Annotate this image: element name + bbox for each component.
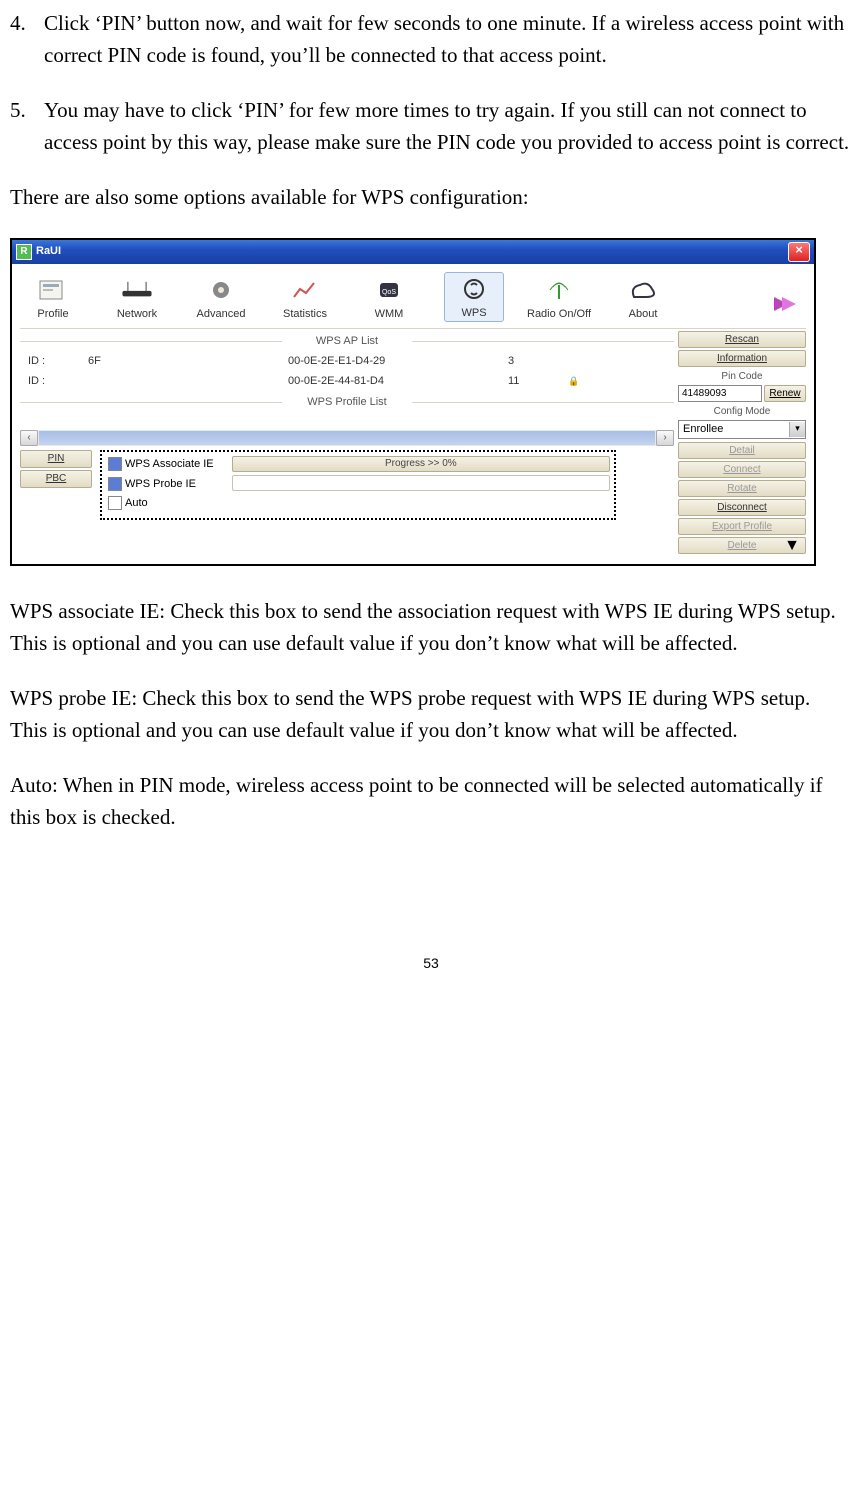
svg-text:QoS: QoS	[382, 289, 396, 296]
rotate-button[interactable]: Rotate	[678, 480, 806, 497]
disconnect-button[interactable]: Disconnect	[678, 499, 806, 516]
chevron-down-icon: ▾	[789, 422, 805, 437]
scroll-left-icon[interactable]: ‹	[20, 430, 38, 446]
client-area: Profile Network Advanced Statistics	[12, 264, 814, 565]
scroll-right-icon[interactable]: ›	[656, 430, 674, 446]
auto-desc: Auto: When in PIN mode, wireless access …	[10, 770, 852, 833]
close-button[interactable]: ×	[788, 242, 810, 262]
lock-icon	[568, 373, 588, 390]
network-icon	[117, 276, 157, 304]
pin-button[interactable]: PIN	[20, 450, 92, 468]
toolbar-statistics[interactable]: Statistics	[276, 276, 334, 323]
ap-bssid: 00-0E-2E-E1-D4-29	[288, 353, 508, 370]
horizontal-scrollbar[interactable]: ‹ ›	[20, 430, 674, 446]
about-icon	[623, 276, 663, 304]
detail-button[interactable]: Detail	[678, 442, 806, 459]
wps-ap-list-title: WPS AP List	[20, 333, 674, 350]
toolbar: Profile Network Advanced Statistics	[20, 270, 806, 327]
checkbox-icon	[108, 457, 122, 471]
list-item-4: 4. Click ‘PIN’ button now, and wait for …	[10, 8, 852, 71]
progress-bar: Progress >> 0%	[232, 456, 610, 472]
information-button[interactable]: Information	[678, 350, 806, 367]
list-number: 4.	[10, 8, 44, 71]
ap-row[interactable]: ID : 6F 00-0E-2E-E1-D4-29 3	[20, 352, 674, 372]
toolbar-network[interactable]: Network	[108, 276, 166, 323]
expand-arrow-icon[interactable]: ▼	[784, 534, 800, 558]
list-number: 5.	[10, 95, 44, 158]
ap-id: ID :	[28, 353, 88, 370]
wps-probe-desc: WPS probe IE: Check this box to send the…	[10, 683, 852, 746]
ap-channel: 11	[508, 373, 568, 390]
status-field	[232, 475, 610, 491]
raui-window: R RaUI × Profile Network Ad	[10, 238, 816, 567]
pin-code-label: Pin Code	[678, 369, 806, 384]
wps-associate-ie-checkbox[interactable]: WPS Associate IE	[108, 456, 214, 473]
intro-paragraph: There are also some options available fo…	[10, 182, 852, 214]
checkbox-icon	[108, 496, 122, 510]
ap-bssid: 00-0E-2E-44-81-D4	[288, 373, 508, 390]
divider	[20, 328, 806, 329]
renew-button[interactable]: Renew	[764, 385, 806, 402]
gear-icon	[201, 276, 241, 304]
statistics-icon	[285, 276, 325, 304]
connect-button[interactable]: Connect	[678, 461, 806, 478]
wps-probe-ie-checkbox[interactable]: WPS Probe IE	[108, 476, 214, 493]
window-title: RaUI	[36, 243, 61, 260]
next-arrow-icon[interactable]	[768, 291, 802, 323]
list-item-5: 5. You may have to click ‘PIN’ for few m…	[10, 95, 852, 158]
pbc-button[interactable]: PBC	[20, 470, 92, 488]
wps-profile-list-title: WPS Profile List	[20, 394, 674, 411]
profile-list-box: ‹ ›	[20, 412, 674, 446]
toolbar-advanced[interactable]: Advanced	[192, 276, 250, 323]
ap-id: ID :	[28, 373, 88, 390]
scroll-track[interactable]	[39, 431, 655, 445]
export-profile-button[interactable]: Export Profile	[678, 518, 806, 535]
toolbar-about[interactable]: About	[614, 276, 672, 323]
titlebar: R RaUI ×	[12, 240, 814, 264]
list-text: Click ‘PIN’ button now, and wait for few…	[44, 8, 852, 71]
profile-icon	[33, 276, 73, 304]
auto-checkbox[interactable]: Auto	[108, 495, 214, 512]
app-icon: R	[16, 244, 32, 260]
ap-channel: 3	[508, 353, 568, 370]
page-number: 53	[10, 953, 852, 974]
ap-row[interactable]: ID : 00-0E-2E-44-81-D4 11	[20, 372, 674, 392]
checkbox-icon	[108, 477, 122, 491]
wps-associate-desc: WPS associate IE: Check this box to send…	[10, 596, 852, 659]
rescan-button[interactable]: Rescan	[678, 331, 806, 348]
config-mode-label: Config Mode	[678, 404, 806, 419]
options-highlight-box: WPS Associate IE WPS Probe IE Auto	[100, 450, 616, 520]
wps-icon	[454, 275, 494, 303]
toolbar-wmm[interactable]: QoS WMM	[360, 276, 418, 323]
list-text: You may have to click ‘PIN’ for few more…	[44, 95, 852, 158]
pin-code-input[interactable]: 41489093	[678, 385, 762, 402]
toolbar-radio[interactable]: Radio On/Off	[530, 276, 588, 323]
toolbar-profile[interactable]: Profile	[24, 276, 82, 323]
ap-ssid: 6F	[88, 353, 288, 370]
config-mode-select[interactable]: Enrollee ▾	[678, 420, 806, 439]
toolbar-wps[interactable]: WPS	[444, 272, 504, 323]
radio-icon	[539, 276, 579, 304]
wmm-icon: QoS	[369, 276, 409, 304]
